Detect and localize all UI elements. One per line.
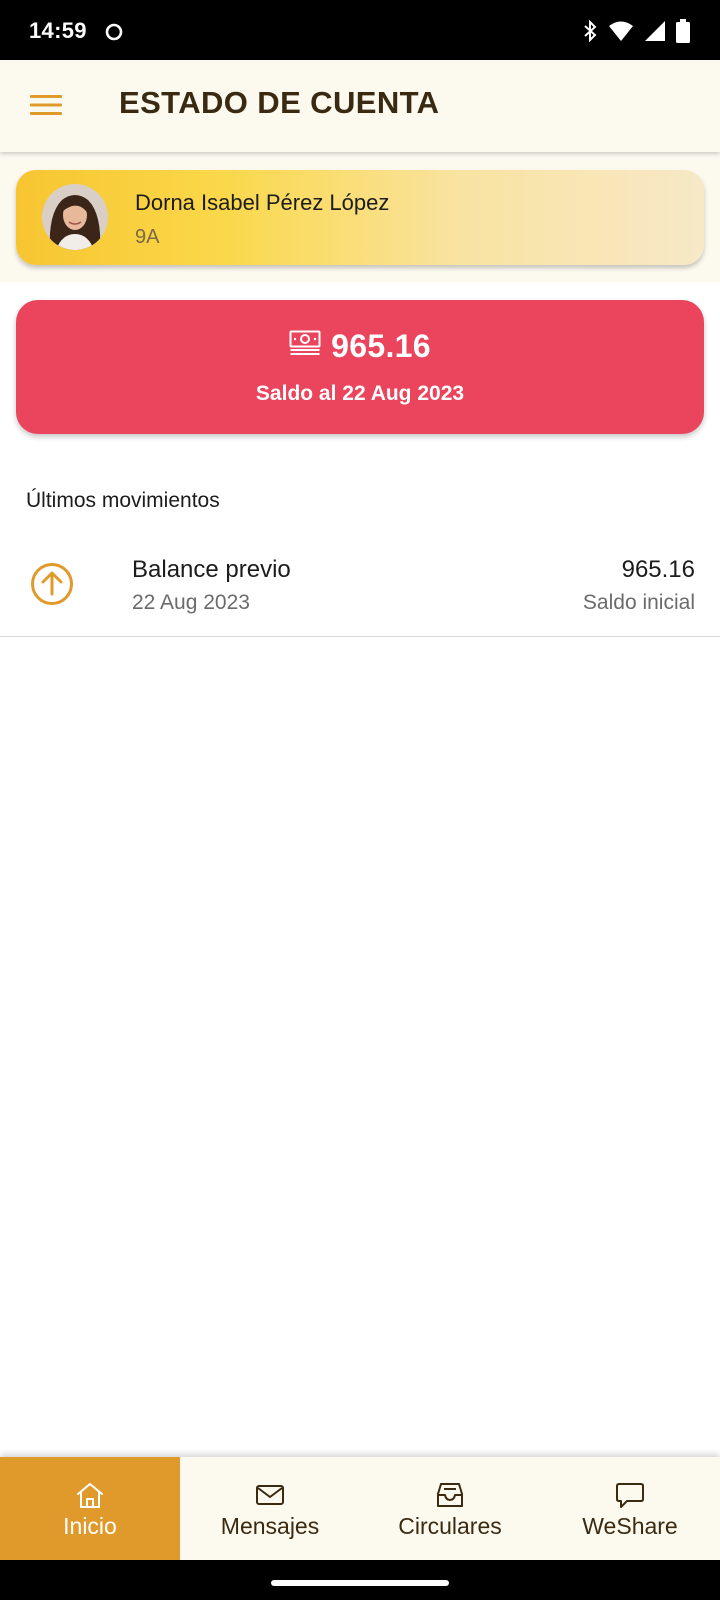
signal-icon bbox=[645, 21, 665, 41]
nav-label: Inicio bbox=[63, 1513, 117, 1539]
nav-item-weshare[interactable]: WeShare bbox=[540, 1457, 720, 1560]
student-name: Dorna Isabel Pérez López bbox=[135, 190, 390, 215]
nav-label: Mensajes bbox=[220, 1513, 320, 1539]
student-group: 9A bbox=[135, 226, 160, 248]
student-card[interactable]: Dorna Isabel Pérez López 9A bbox=[16, 170, 704, 265]
inbox-icon bbox=[437, 1483, 463, 1507]
home-gesture-handle[interactable] bbox=[271, 1580, 449, 1586]
movement-date: 22 Aug 2023 bbox=[132, 591, 250, 614]
nav-item-mensajes[interactable]: Mensajes bbox=[180, 1457, 360, 1560]
nav-label: Circulares bbox=[398, 1513, 502, 1539]
app-bar: ESTADO DE CUENTA bbox=[0, 60, 720, 152]
avatar-image bbox=[42, 184, 108, 250]
movement-title: Balance previo bbox=[132, 556, 291, 583]
avatar bbox=[42, 184, 108, 250]
balance-amount: 965.16 bbox=[331, 328, 431, 364]
status-icons bbox=[582, 19, 690, 43]
balance-card: 965.16 Saldo al 22 Aug 2023 bbox=[16, 300, 704, 434]
status-bar: 14:59 bbox=[0, 0, 720, 60]
chat-icon bbox=[616, 1483, 644, 1508]
battery-icon bbox=[676, 19, 690, 43]
arrow-up-circle-icon bbox=[31, 563, 73, 605]
list-item[interactable]: Balance previo 22 Aug 2023 965.16 Saldo … bbox=[0, 538, 720, 637]
gesture-bar bbox=[0, 1560, 720, 1600]
section-title-movements: Últimos movimientos bbox=[26, 489, 220, 512]
wifi-icon bbox=[609, 21, 633, 41]
bluetooth-icon bbox=[584, 20, 597, 42]
bottom-nav: Inicio Mensajes Circulares WeShare bbox=[0, 1457, 720, 1560]
home-icon bbox=[77, 1483, 103, 1508]
money-icon bbox=[289, 330, 321, 355]
balance-amount-row: 965.16 bbox=[16, 328, 704, 365]
page-title: ESTADO DE CUENTA bbox=[119, 85, 440, 120]
hamburger-menu-icon[interactable] bbox=[30, 93, 62, 117]
nav-item-circulares[interactable]: Circulares bbox=[360, 1457, 540, 1560]
student-section: Dorna Isabel Pérez López 9A bbox=[0, 152, 720, 282]
mail-icon bbox=[256, 1485, 284, 1505]
sync-icon bbox=[105, 23, 123, 41]
balance-date-label: Saldo al 22 Aug 2023 bbox=[255, 382, 465, 405]
nav-item-inicio[interactable]: Inicio bbox=[0, 1457, 180, 1560]
movement-type: Saldo inicial bbox=[582, 591, 695, 614]
status-time: 14:59 bbox=[29, 18, 87, 43]
movement-amount: 965.16 bbox=[621, 556, 695, 583]
nav-label: WeShare bbox=[582, 1513, 678, 1539]
